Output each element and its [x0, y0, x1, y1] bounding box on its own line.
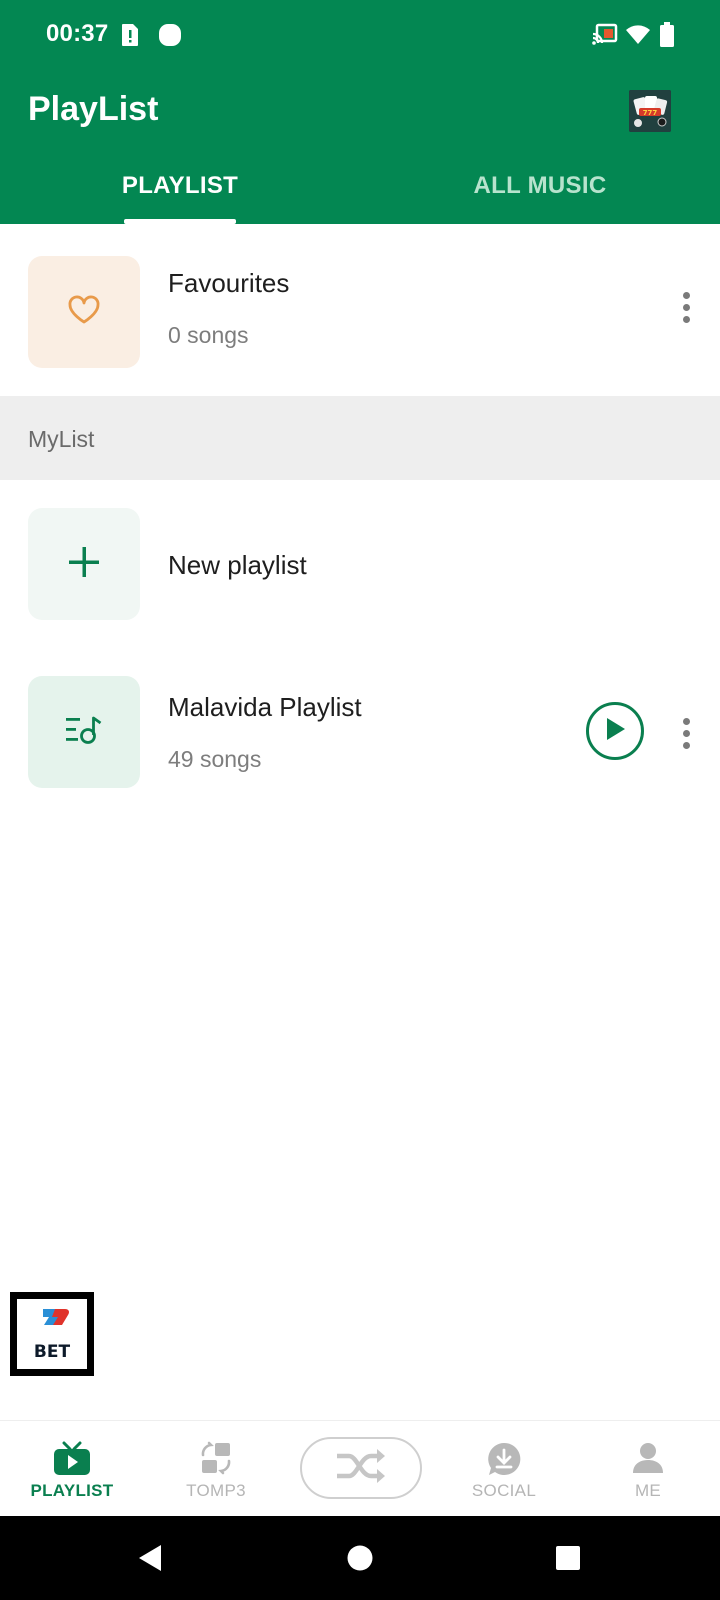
nav-me-label: ME — [634, 1481, 662, 1500]
heart-icon — [67, 295, 101, 330]
play-playlist-button[interactable] — [586, 702, 644, 760]
person-icon — [631, 1441, 665, 1480]
svg-text:777: 777 — [643, 109, 658, 117]
new-playlist-thumb — [28, 508, 140, 620]
convert-icon — [199, 1441, 233, 1480]
bottom-navigation: PLAYLIST TOMP3 SOCIAL ME — [0, 1420, 720, 1516]
music-list-icon — [64, 712, 104, 753]
favourites-more-icon[interactable] — [668, 282, 704, 332]
page-title: PlayList — [28, 90, 159, 128]
section-header: MyList — [0, 396, 720, 480]
new-playlist-row[interactable]: New playlist — [0, 480, 720, 640]
favourites-title: Favourites — [168, 268, 290, 298]
cast-icon — [592, 22, 618, 51]
playlist-song-count: 49 songs — [168, 746, 262, 772]
playlist-more-icon[interactable] — [668, 708, 704, 758]
shuffle-icon — [335, 1448, 387, 1489]
recents-icon[interactable] — [536, 1516, 600, 1600]
play-icon — [604, 717, 626, 746]
nav-me[interactable]: ME — [576, 1421, 720, 1517]
ad-badge-text: BET — [33, 1342, 71, 1362]
battery-icon — [660, 22, 674, 53]
ad-badge[interactable]: BET — [10, 1292, 94, 1376]
nav-tomp3[interactable]: TOMP3 — [144, 1421, 288, 1517]
notification-dot-icon — [158, 22, 182, 53]
wifi-icon — [625, 22, 651, 51]
nav-social[interactable]: SOCIAL — [432, 1421, 576, 1517]
playlist-title: Malavida Playlist — [168, 692, 362, 722]
casino-ad-icon[interactable]: 777 — [629, 90, 671, 132]
tv-play-icon — [52, 1441, 92, 1482]
favourites-song-count: 0 songs — [168, 322, 249, 348]
nav-tomp3-label: TOMP3 — [186, 1481, 246, 1500]
app-bar: 00:37 PlayList 777 PLAYLIST ALL MUSIC — [0, 0, 720, 224]
section-label: MyList — [28, 426, 95, 452]
favourites-row[interactable]: Favourites 0 songs — [0, 224, 720, 396]
shuffle-button[interactable] — [300, 1437, 422, 1499]
tab-all-music[interactable]: ALL MUSIC — [360, 172, 720, 200]
nav-playlist-label: PLAYLIST — [30, 1481, 114, 1500]
new-playlist-label: New playlist — [168, 550, 307, 580]
nav-playlist[interactable]: PLAYLIST — [0, 1421, 144, 1517]
download-bubble-icon — [486, 1441, 522, 1482]
favourites-thumb — [28, 256, 140, 368]
sim-alert-icon — [120, 22, 140, 53]
playlist-thumb — [28, 676, 140, 788]
tab-playlist[interactable]: PLAYLIST — [0, 172, 360, 200]
status-time: 00:37 — [46, 20, 109, 47]
home-icon[interactable] — [328, 1516, 392, 1600]
status-bar: 00:37 — [0, 0, 720, 72]
nav-social-label: SOCIAL — [471, 1481, 537, 1500]
system-navigation-bar — [0, 1516, 720, 1600]
back-icon[interactable] — [118, 1516, 182, 1600]
plus-icon — [67, 545, 101, 584]
